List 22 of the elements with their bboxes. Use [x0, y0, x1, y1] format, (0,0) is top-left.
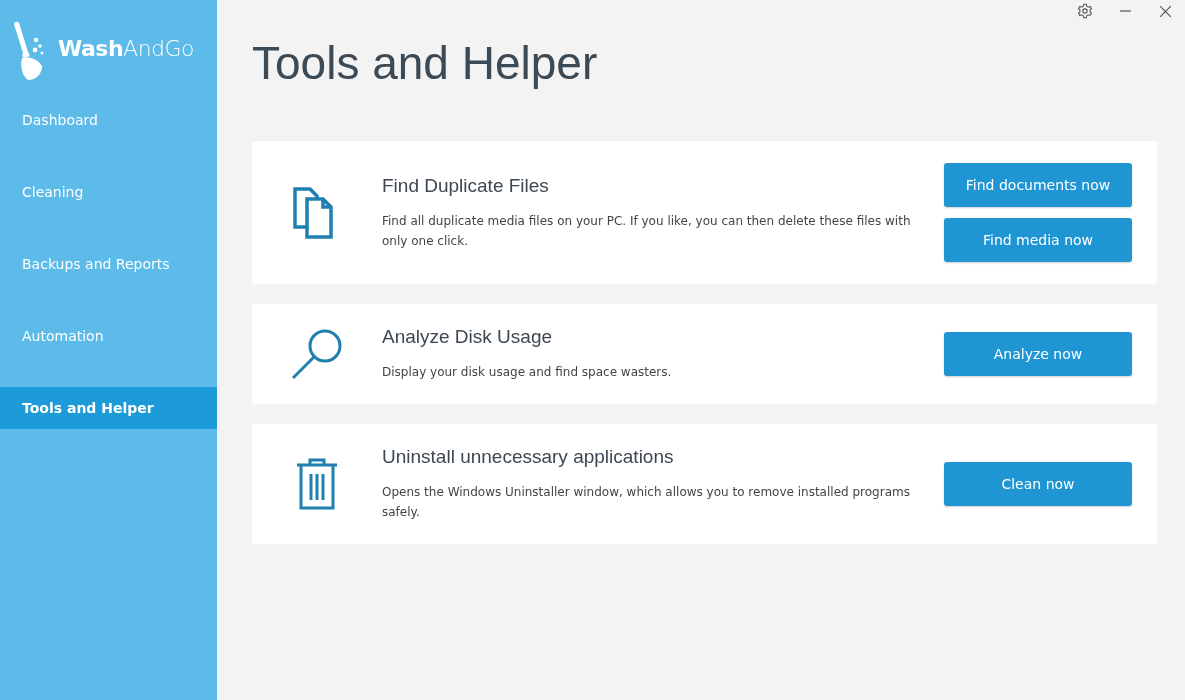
- trash-icon: [296, 458, 338, 510]
- app-logo-text: WashAndGo: [58, 35, 195, 61]
- tool-title: Analyze Disk Usage: [382, 326, 554, 348]
- tool-description: Find all duplicate media files on your PC. If you like, you can then delete these files with only one click.: [382, 212, 912, 250]
- sidebar-item[interactable]: Cleaning: [0, 171, 217, 213]
- settings-icon: [1077, 3, 1093, 19]
- sidebar-item[interactable]: Automation: [0, 315, 217, 357]
- sidebar-item[interactable]: Dashboard: [0, 99, 217, 141]
- action-button[interactable]: Find media now: [944, 218, 1132, 262]
- minimize-icon: [1119, 10, 1131, 12]
- action-button[interactable]: Find documents now: [944, 163, 1132, 207]
- sidebar-item[interactable]: Backups and Reports: [0, 243, 217, 285]
- action-button[interactable]: Clean now: [944, 462, 1132, 506]
- close-icon: [1159, 5, 1171, 17]
- page-title: Tools and Helper: [252, 36, 599, 91]
- tool-title: Uninstall unnecessary applications: [382, 446, 675, 468]
- tool-description: Opens the Windows Uninstaller window, which allows you to remove installed programs safely.: [382, 484, 911, 521]
- sidebar-item[interactable]: Tools and Helper: [0, 387, 217, 429]
- action-button[interactable]: Analyze now: [944, 332, 1132, 376]
- tool-title: Find Duplicate Files: [382, 174, 550, 197]
- search-icon: [291, 328, 343, 380]
- tool-description: Display your disk usage and find space wasters.: [382, 364, 673, 381]
